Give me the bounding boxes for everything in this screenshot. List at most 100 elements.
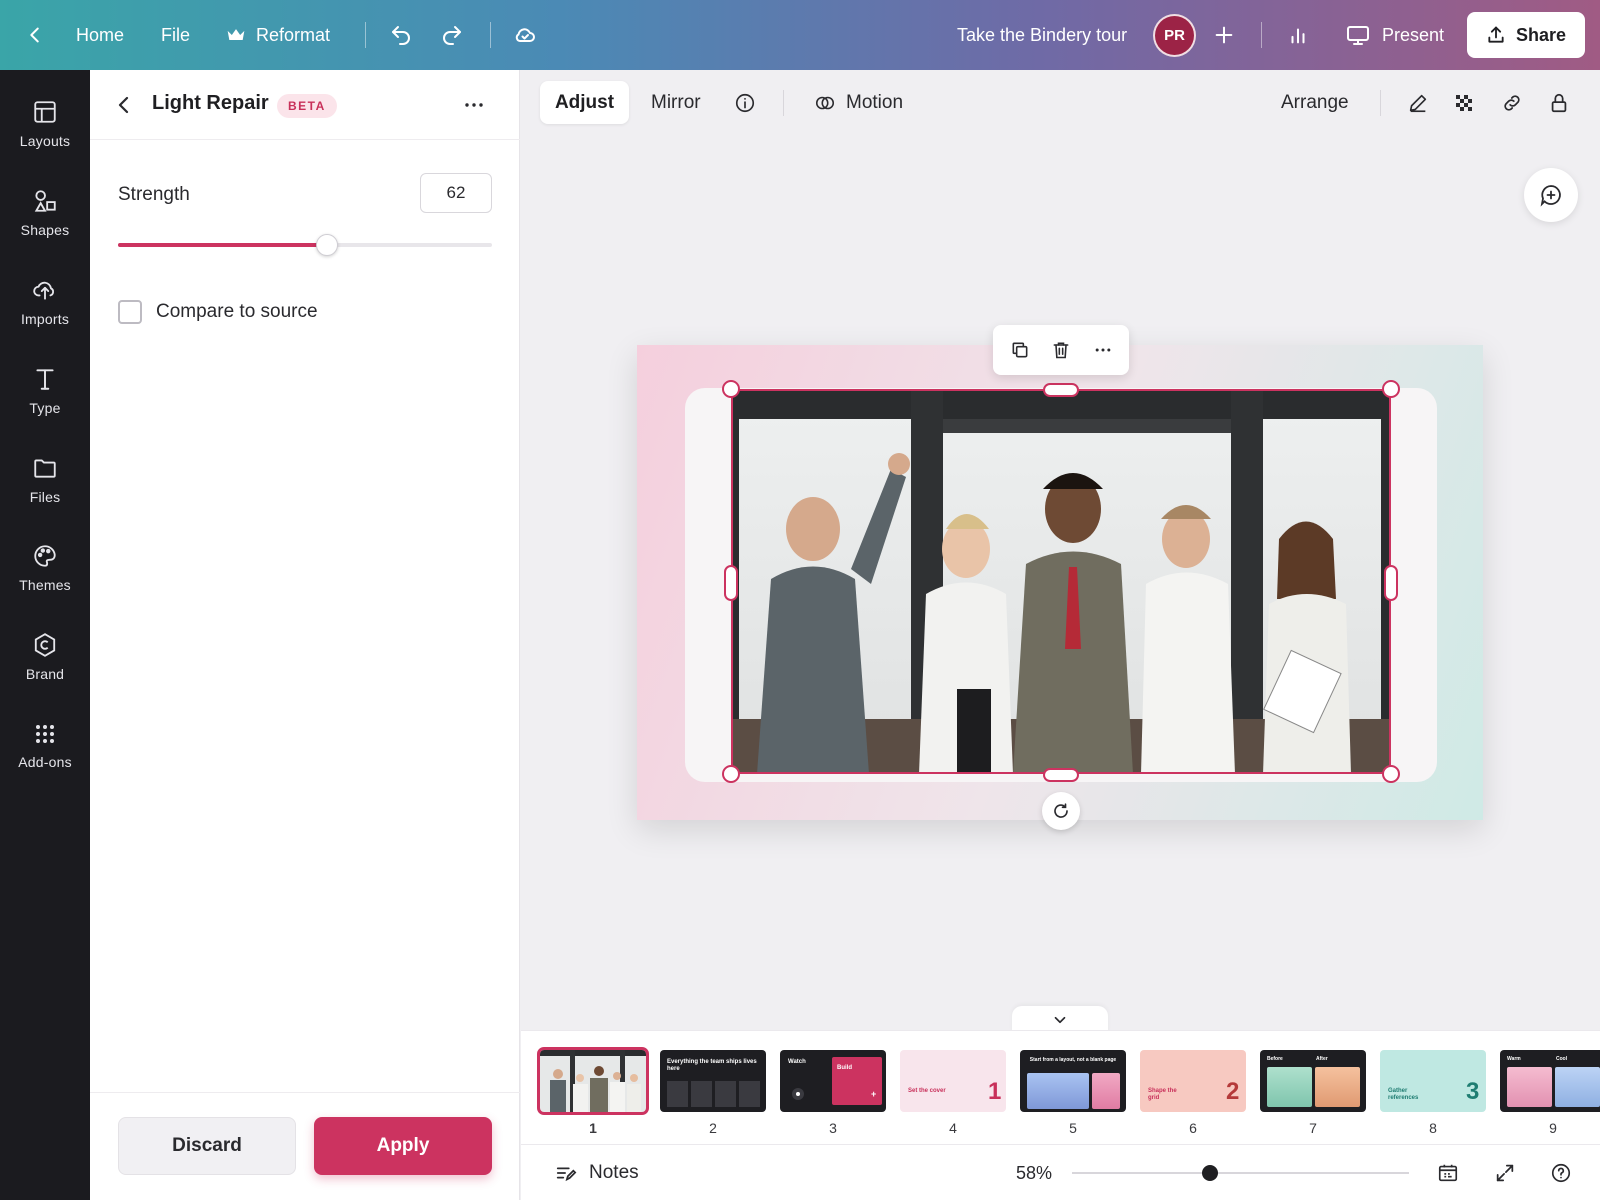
panel-back-button[interactable] [112, 93, 136, 117]
resize-handle-bottom[interactable] [1043, 768, 1079, 782]
comment-plus-icon [1540, 185, 1561, 207]
thumbnail-block [715, 1081, 736, 1107]
page-grid-button[interactable] [1436, 1161, 1460, 1185]
resize-handle-top-right[interactable] [1382, 380, 1400, 398]
thumbnail-big-number: 2 [1226, 1078, 1240, 1105]
cloud-save-status[interactable] [513, 0, 537, 70]
rail-item-brand[interactable]: Brand [0, 617, 90, 697]
slide-number: 5 [1069, 1120, 1077, 1136]
present-button[interactable]: Present [1346, 0, 1444, 70]
help-icon [1551, 1163, 1571, 1183]
slide-number: 1 [589, 1120, 597, 1136]
slide-thumbnail-5[interactable]: Start from a layout, not a blank page [1020, 1050, 1126, 1112]
strength-input[interactable]: 62 [420, 173, 492, 213]
tab-mirror[interactable]: Mirror [651, 81, 701, 125]
upload-icon [1488, 26, 1504, 43]
thumbnail-text: Everything the team ships lives here [667, 1059, 757, 1072]
add-comment-button[interactable] [1524, 168, 1578, 222]
rail-label: Shapes [20, 222, 70, 238]
slide-thumbnail-2[interactable]: Everything the team ships lives here [660, 1050, 766, 1112]
strength-slider-thumb[interactable] [316, 234, 339, 256]
rail-item-type[interactable]: Type [0, 351, 90, 431]
compare-checkbox[interactable] [118, 300, 142, 324]
resize-handle-right[interactable] [1384, 565, 1398, 601]
redo-button[interactable] [440, 0, 464, 70]
zoom-slider[interactable] [1072, 1165, 1409, 1181]
notes-icon [556, 1167, 577, 1182]
share-button[interactable]: Share [1467, 12, 1585, 58]
thumbnail-block [1267, 1067, 1312, 1107]
notes-button[interactable]: Notes [555, 1145, 639, 1200]
home-link[interactable]: Home [76, 0, 124, 70]
motion-button[interactable]: Motion [814, 81, 903, 125]
insights-button[interactable] [1287, 0, 1309, 70]
invite-button[interactable] [1213, 0, 1235, 70]
info-button[interactable] [734, 81, 756, 125]
rail-item-imports[interactable]: Imports [0, 262, 90, 342]
undo-button[interactable] [389, 0, 413, 70]
transparency-button[interactable] [1454, 81, 1474, 125]
chevron-left-icon [30, 27, 39, 43]
thumbnail-block [1027, 1073, 1089, 1109]
divider [365, 22, 366, 48]
zoom-level[interactable]: 58% [1016, 1145, 1052, 1200]
reformat-button[interactable]: Reformat [226, 0, 330, 70]
help-button[interactable] [1549, 1161, 1573, 1185]
grid-icon [36, 725, 54, 743]
bottom-bar: Notes 58% [521, 1144, 1600, 1200]
thumbnail-text: Watch [788, 1059, 806, 1065]
thumbnail-text: Warm [1507, 1056, 1521, 1062]
resize-handle-bottom-left[interactable] [722, 765, 740, 783]
slide-thumbnail-1[interactable] [537, 1047, 649, 1115]
zoom-slider-thumb[interactable] [1202, 1165, 1219, 1181]
compare-label[interactable]: Compare to source [156, 301, 318, 323]
divider [1261, 22, 1262, 48]
slide-thumbnail-8[interactable]: Gather references 3 [1380, 1050, 1486, 1112]
divider [490, 22, 491, 48]
rail-label: Imports [20, 311, 70, 327]
slide-number: 7 [1309, 1120, 1317, 1136]
resize-handle-left[interactable] [724, 565, 738, 601]
rotate-handle[interactable] [1042, 792, 1080, 830]
slide-number: 3 [829, 1120, 837, 1136]
slide-thumbnail-6[interactable]: Shape the grid 2 [1140, 1050, 1246, 1112]
avatar[interactable]: PR [1153, 14, 1196, 57]
rail-label: Type [29, 400, 61, 416]
slide-thumbnail-9[interactable]: Warm Cool [1500, 1050, 1600, 1112]
tab-adjust[interactable]: Adjust [540, 81, 629, 124]
thumbnail-big-number: 1 [988, 1078, 1002, 1105]
link-button[interactable] [1501, 81, 1523, 125]
lock-button[interactable] [1549, 81, 1569, 125]
resize-handle-top-left[interactable] [722, 380, 740, 398]
share-label: Share [1515, 24, 1567, 45]
duplicate-button[interactable] [1008, 338, 1032, 362]
slide-thumbnail-7[interactable]: Before After [1260, 1050, 1366, 1112]
back-button[interactable] [24, 0, 46, 70]
element-quick-actions [993, 325, 1129, 375]
panel-more-button[interactable] [462, 93, 486, 117]
discard-button[interactable]: Discard [118, 1117, 296, 1175]
monitor-icon [1347, 26, 1369, 45]
thumbnail-text: After [1316, 1056, 1328, 1062]
slide-thumbnail-3[interactable]: Watch Build + [780, 1050, 886, 1112]
more-actions-button[interactable] [1091, 338, 1115, 362]
slide-number: 4 [949, 1120, 957, 1136]
file-menu[interactable]: File [161, 0, 190, 70]
fullscreen-button[interactable] [1493, 1161, 1517, 1185]
rail-label: Add-ons [18, 754, 72, 770]
arrange-button[interactable]: Arrange [1281, 81, 1349, 125]
tour-link[interactable]: Take the Bindery tour [957, 0, 1127, 70]
rail-item-files[interactable]: Files [0, 440, 90, 520]
apply-button[interactable]: Apply [314, 1117, 492, 1175]
rail-item-add-ons[interactable]: Add-ons [0, 706, 90, 786]
rail-item-shapes[interactable]: Shapes [0, 173, 90, 253]
resize-handle-top[interactable] [1043, 383, 1079, 397]
rail-item-themes[interactable]: Themes [0, 528, 90, 608]
slide-thumbnail-4[interactable]: Set the cover 1 [900, 1050, 1006, 1112]
resize-handle-bottom-right[interactable] [1382, 765, 1400, 783]
edit-button[interactable] [1407, 81, 1429, 125]
copy-icon [1012, 342, 1028, 358]
delete-button[interactable] [1049, 338, 1073, 362]
strength-slider[interactable] [118, 234, 492, 256]
rail-item-layouts[interactable]: Layouts [0, 84, 90, 164]
